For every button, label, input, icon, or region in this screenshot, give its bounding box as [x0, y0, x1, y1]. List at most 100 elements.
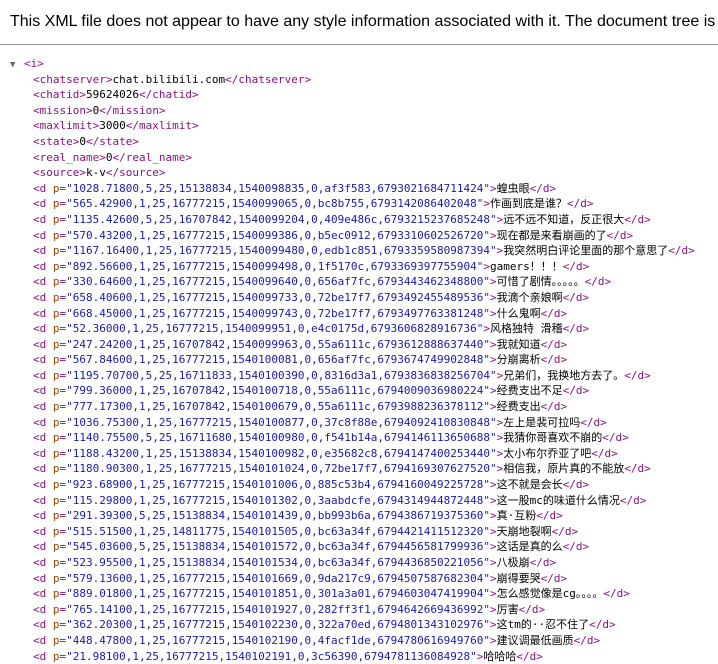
danmaku-entry: <d p="1028.71800,5,25,15138834,154009883…: [10, 181, 718, 197]
attribute-name: p: [52, 290, 60, 304]
danmaku-entry: <d p="765.14100,1,25,16777215,1540101927…: [10, 602, 718, 618]
close-tag: </maxlimit>: [125, 119, 199, 133]
attribute-value: "1135.42600,5,25,16707842,1540099204,0,4…: [66, 212, 497, 226]
attribute-name: p: [52, 212, 60, 226]
attribute-value: "565.42900,1,25,16777215,1540099065,0,bc…: [66, 197, 484, 211]
danmaku-text: 这话是真的么: [496, 540, 563, 554]
root-open-row[interactable]: ▼ <i>: [10, 56, 718, 72]
open-tag: <d: [33, 431, 53, 445]
attribute-equals: =: [59, 633, 67, 647]
open-tag: <d: [33, 587, 53, 601]
open-tag-end: >: [483, 322, 490, 336]
close-tag: </d>: [602, 431, 629, 445]
close-tag: </real_name>: [112, 150, 192, 164]
root-tag: <i>: [24, 57, 44, 70]
open-tag-end: >: [489, 478, 497, 492]
danmaku-entry: <d p="1188.43200,1,25,15138834,154010098…: [10, 446, 718, 462]
danmaku-entry: <d p="362.20300,1,25,16777215,1540102230…: [10, 617, 718, 633]
attribute-name: p: [52, 431, 60, 445]
open-tag: <mission>: [33, 103, 93, 117]
open-tag: <d: [33, 556, 53, 569]
danmaku-text: 什么鬼啊: [496, 306, 541, 320]
open-tag: <d: [33, 244, 53, 258]
collapse-toggle-icon[interactable]: ▼: [10, 58, 24, 72]
field-list: <chatserver>chat.bilibili.com</chatserve…: [10, 72, 718, 181]
open-tag-end: >: [489, 524, 497, 538]
danmaku-text: 兄弟们，我换地方去了。: [503, 368, 625, 382]
element-value: chat.bilibili.com: [112, 72, 226, 86]
open-tag: <d: [33, 540, 53, 554]
attribute-value: "765.14100,1,25,16777215,1540101927,0,28…: [66, 602, 490, 616]
danmaku-text: gamers！！！: [489, 259, 563, 273]
danmaku-text: 我突然明白评论里面的那个意思了: [503, 244, 669, 258]
danmaku-text: 远不远不知道，反正很大: [503, 212, 625, 226]
danmaku-entry: <d p="799.36000,1,25,16707842,1540100718…: [10, 383, 718, 399]
attribute-value: "777.17300,1,25,16707842,1540100679,0,55…: [66, 400, 490, 414]
xml-element-real-name: <real_name>0</real_name>: [10, 150, 718, 166]
danmaku-entry: <d p="1140.75500,5,25,16711680,154010098…: [10, 430, 718, 446]
danmaku-entry: <d p="892.56600,1,25,16777215,1540099498…: [10, 259, 718, 275]
close-tag: </d>: [562, 478, 590, 492]
open-tag: <d: [33, 275, 53, 289]
xml-element-chatid: <chatid>59624026</chatid>: [10, 87, 718, 103]
danmaku-entry: <d p="330.64600,1,25,16777215,1540099640…: [10, 274, 718, 290]
danmaku-text: 经费支出不足: [496, 384, 563, 398]
element-value: 0: [79, 134, 86, 148]
open-tag: <d: [33, 228, 53, 242]
attribute-name: p: [52, 493, 60, 507]
open-tag-end: >: [489, 556, 497, 569]
attribute-value: "658.40600,1,25,16777215,1540099733,0,72…: [66, 290, 490, 304]
xml-element-mission: <mission>0</mission>: [10, 103, 718, 119]
danmaku-entry: <d p="923.68900,1,25,16777215,1540101006…: [10, 477, 718, 493]
xml-element-source: <source>k-v</source>: [10, 165, 718, 181]
close-tag: </d>: [591, 446, 618, 460]
danmaku-text: 这一股mc的味道什么情况: [496, 493, 620, 507]
attribute-name: p: [52, 181, 60, 195]
danmaku-entry: <d p="579.13600,1,25,16777215,1540101669…: [10, 571, 718, 587]
attribute-value: "247.24200,1,25,16707842,1540099963,0,55…: [66, 337, 490, 351]
close-tag: </d>: [668, 244, 695, 258]
open-tag: <d: [33, 618, 53, 632]
attribute-name: p: [52, 384, 60, 398]
close-tag: </d>: [562, 322, 590, 336]
attribute-name: p: [52, 478, 60, 492]
open-tag: <chatid>: [33, 88, 86, 102]
notice-text: This XML file does not appear to have an…: [10, 13, 718, 30]
element-value: 59624026: [85, 88, 139, 102]
close-tag: </d>: [562, 384, 590, 398]
attribute-value: "579.13600,1,25,16777215,1540101669,0,9d…: [66, 571, 490, 585]
danmaku-text: 分崩离析: [496, 353, 541, 367]
danmaku-text: 我滴个亲娘啊: [496, 290, 563, 304]
attribute-value: "799.36000,1,25,16707842,1540100718,0,55…: [66, 384, 490, 398]
danmaku-text: 崩得要哭: [496, 571, 541, 585]
danmaku-text: 左上是裴可拉吗: [503, 415, 581, 429]
xml-element-maxlimit: <maxlimit>3000</maxlimit>: [10, 118, 718, 134]
open-tag-end: >: [489, 384, 497, 398]
danmaku-entry: <d p="1180.90300,1,25,16777215,154010102…: [10, 461, 718, 477]
open-tag-end: >: [489, 493, 497, 507]
open-tag-end: >: [489, 633, 497, 647]
danmaku-text: 天崩地裂啊: [496, 524, 552, 538]
open-tag: <d: [33, 384, 53, 398]
close-tag: </d>: [580, 415, 607, 429]
open-tag-end: >: [489, 228, 497, 242]
attribute-value: "523.95500,1,25,15138834,1540101534,0,bc…: [66, 556, 490, 569]
close-tag: </d>: [603, 587, 630, 601]
attribute-name: p: [52, 462, 60, 476]
danmaku-text: 真·互粉: [496, 509, 537, 523]
attribute-value: "1028.71800,5,25,15138834,1540098835,0,a…: [66, 181, 490, 195]
open-tag: <d: [33, 462, 53, 476]
attribute-name: p: [52, 556, 60, 569]
attribute-value: "448.47800,1,25,16777215,1540102190,0,4f…: [66, 633, 490, 647]
close-tag: </d>: [584, 275, 612, 289]
attribute-name: p: [52, 306, 60, 320]
attribute-name: p: [52, 368, 60, 382]
danmaku-entry: <d p="570.43200,1,25,16777215,1540099386…: [10, 228, 718, 244]
close-tag: </source>: [105, 166, 166, 180]
open-tag: <d: [33, 400, 53, 414]
attribute-name: p: [52, 602, 60, 616]
open-tag: <state>: [33, 134, 80, 148]
open-tag: <source>: [33, 166, 86, 180]
open-tag: <chatserver>: [33, 72, 113, 86]
danmaku-text: 建议调最低画质: [496, 633, 574, 647]
